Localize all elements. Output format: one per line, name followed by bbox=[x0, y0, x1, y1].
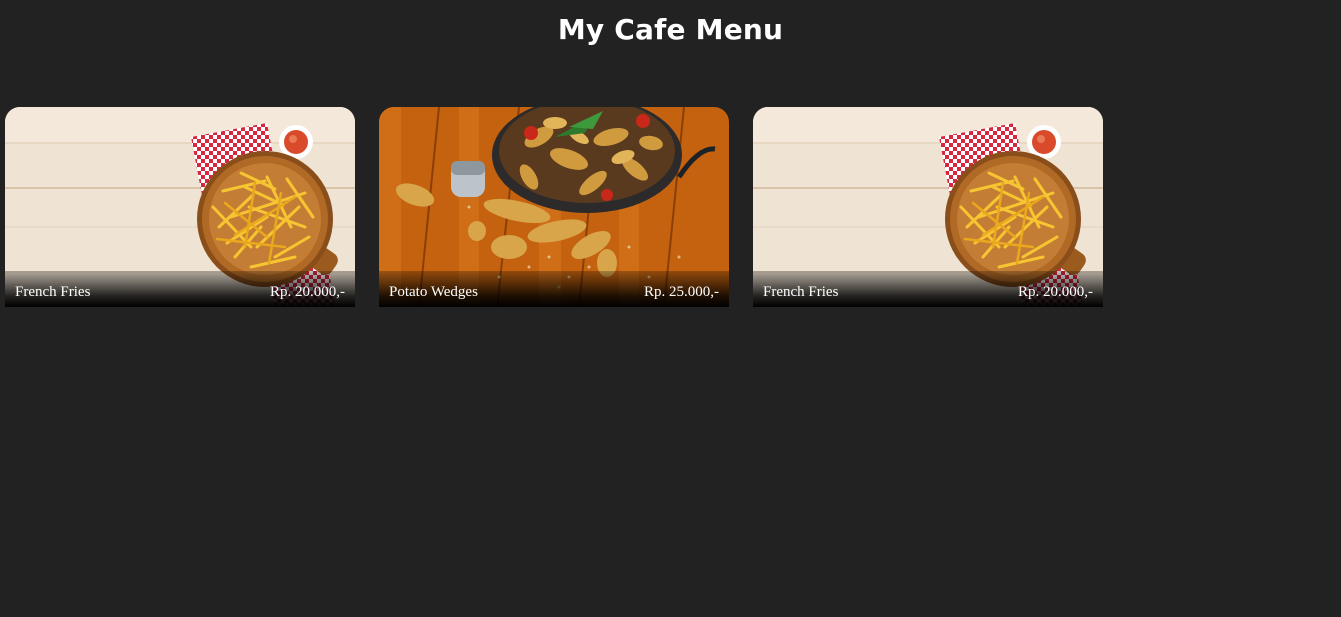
menu-grid: French Fries Rp. 20.000,- Potato Wedges … bbox=[5, 107, 1103, 307]
menu-item-price: Rp. 20.000,- bbox=[1018, 284, 1093, 300]
menu-item-name: French Fries bbox=[763, 284, 839, 300]
menu-card-caption: French Fries Rp. 20.000,- bbox=[753, 271, 1103, 307]
menu-card-caption: Potato Wedges Rp. 25.000,- bbox=[379, 271, 729, 307]
menu-card-potato-wedges[interactable]: Potato Wedges Rp. 25.000,- bbox=[379, 107, 729, 307]
menu-item-price: Rp. 20.000,- bbox=[270, 284, 345, 300]
menu-card-french-fries[interactable]: French Fries Rp. 20.000,- bbox=[753, 107, 1103, 307]
menu-item-name: Potato Wedges bbox=[389, 284, 478, 300]
menu-card-french-fries[interactable]: French Fries Rp. 20.000,- bbox=[5, 107, 355, 307]
menu-item-price: Rp. 25.000,- bbox=[644, 284, 719, 300]
page-title: My Cafe Menu bbox=[557, 13, 784, 46]
menu-item-name: French Fries bbox=[15, 284, 91, 300]
menu-card-caption: French Fries Rp. 20.000,- bbox=[5, 271, 355, 307]
